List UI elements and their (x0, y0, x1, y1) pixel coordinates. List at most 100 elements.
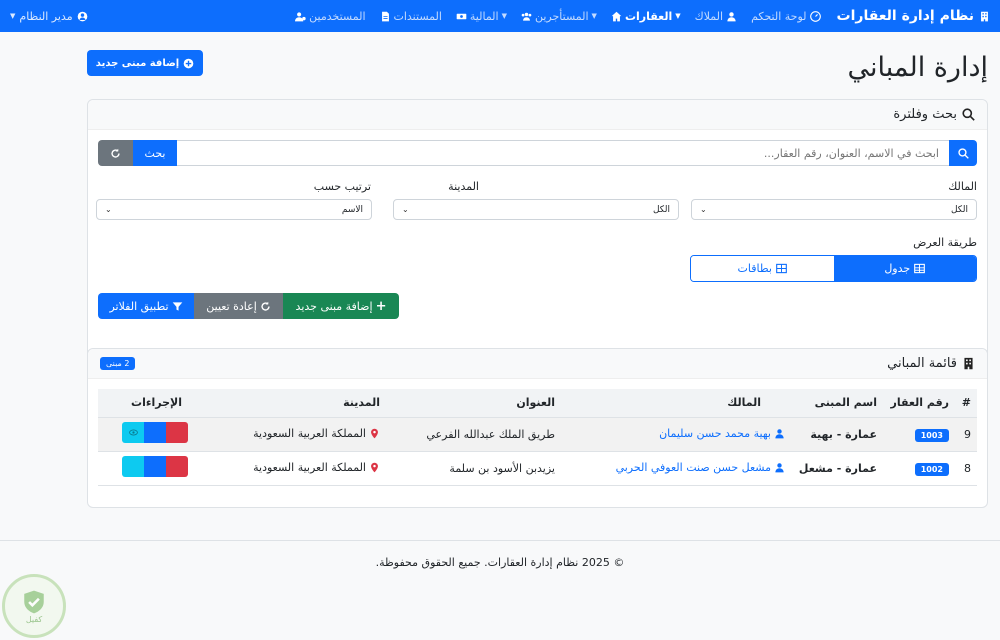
view-mode-toggle: جدول بطاقات (690, 255, 977, 282)
city-select[interactable]: الكل ⌄ (393, 199, 679, 220)
view-cards-label: بطاقات (737, 262, 772, 275)
view-cards-button[interactable]: بطاقات (691, 256, 834, 281)
apply-filters-label: تطبيق الفلاتر (109, 299, 169, 313)
sort-select[interactable]: الاسم ⌄ (96, 199, 372, 220)
brand[interactable]: نظام إدارة العقارات (837, 8, 990, 24)
nav-users[interactable]: المستخدمين (295, 9, 366, 23)
edit-button[interactable] (144, 456, 166, 477)
city-filter-label: المدينة (448, 180, 479, 193)
reset-filters-button[interactable]: إعادة تعيين (194, 293, 283, 319)
search-icon (957, 147, 969, 159)
nav-properties[interactable]: ▼ العقارات (611, 10, 681, 23)
brand-title: نظام إدارة العقارات (836, 8, 974, 24)
refresh-button[interactable] (98, 140, 133, 166)
property-code-badge: 1002 (914, 462, 949, 476)
sort-select-value: الاسم (341, 204, 363, 215)
view-table-button[interactable]: جدول (833, 256, 976, 281)
add-building-green-button[interactable]: + إضافة مبنى جديد (283, 293, 399, 319)
chevron-down-icon: ▼ (591, 12, 597, 20)
filter-icon (172, 301, 183, 312)
city-name: المملكة العربية السعودية (253, 460, 366, 474)
sort-filter: ترتيب حسب الاسم ⌄ (96, 180, 382, 220)
nav-users-label: المستخدمين (309, 9, 366, 23)
building-name: عمارة - بهية (791, 417, 883, 452)
city-select-value: الكل (652, 204, 670, 215)
chevron-down-icon: ▼ (10, 12, 16, 20)
user-icon (774, 428, 785, 439)
users-icon (521, 11, 532, 22)
plus-circle-icon (183, 58, 194, 69)
top-navbar: نظام إدارة العقارات لوحة التحكم الملاك ▼… (0, 0, 1000, 32)
building-address: طريق الملك عبدالله الفرعي (386, 417, 561, 452)
home-icon (611, 11, 622, 22)
user-icon (726, 11, 737, 22)
count-badge: 2 مبنى (100, 357, 136, 370)
delete-button[interactable] (166, 456, 188, 477)
owner-link[interactable]: مشعل حسن صنت العوفي الحربي (616, 461, 785, 474)
nav-owners[interactable]: الملاك (695, 10, 737, 23)
col-actions: الإجراءات (98, 389, 206, 418)
property-code-badge: 1003 (914, 428, 949, 442)
refresh-icon (260, 301, 271, 312)
search-row: بحث (98, 140, 977, 166)
plus-icon: + (375, 298, 387, 314)
nav-owners-label: الملاك (694, 9, 724, 23)
view-button[interactable] (122, 422, 144, 443)
search-card-header: بحث وفلترة (88, 100, 987, 130)
nav-dashboard[interactable]: لوحة التحكم (751, 9, 821, 23)
col-code: رقم العقار (883, 389, 955, 418)
watermark-logo: كفيل (2, 574, 66, 638)
building-address: يزيدبن الأسود بن سلمة (386, 451, 561, 486)
view-table-label: جدول (884, 262, 911, 275)
nav-finance[interactable]: ▼ المالية (456, 10, 507, 23)
user-menu[interactable]: مدير النظام ▼ (10, 10, 88, 23)
nav-tenants-label: المستأجرين (534, 9, 589, 23)
map-marker-icon (369, 428, 380, 439)
buildings-table: # رقم العقار اسم المبنى المالك العنوان ا… (98, 389, 977, 486)
owner-select-value: الكل (950, 204, 968, 215)
building-icon (962, 357, 975, 370)
nav-dashboard-label: لوحة التحكم (751, 9, 807, 23)
table-row: 9 1003 عمارة - بهية بهية محمد حسن سليمان… (98, 417, 977, 452)
view-button[interactable] (122, 456, 144, 477)
search-icon-button[interactable] (949, 140, 977, 166)
chevron-down-icon: ▼ (675, 12, 681, 20)
nav-documents[interactable]: المستندات (380, 10, 442, 23)
search-input[interactable] (177, 140, 949, 166)
table-row: 8 1002 عمارة - مشعل مشعل حسن صنت العوفي … (98, 451, 977, 486)
city-filter: المدينة الكل ⌄ (393, 180, 679, 220)
row-index: 9 (955, 417, 977, 452)
row-index: 8 (955, 451, 977, 486)
building-name: عمارة - مشعل (791, 451, 883, 486)
table-icon (914, 263, 926, 274)
nav-properties-label: العقارات (624, 9, 673, 23)
add-building-button[interactable]: إضافة مبنى جديد (87, 50, 203, 76)
nav-finance-label: المالية (469, 9, 499, 23)
search-icon (962, 108, 975, 121)
chevron-down-icon: ▼ (501, 12, 507, 20)
delete-button[interactable] (166, 422, 188, 443)
search-button[interactable]: بحث (133, 140, 177, 166)
eye-icon (128, 428, 138, 437)
col-owner: المالك (561, 389, 791, 418)
nav-tenants[interactable]: ▼ المستأجرين (521, 10, 597, 23)
watermark-text: كفيل (25, 614, 43, 624)
owner-link[interactable]: بهية محمد حسن سليمان (659, 427, 785, 440)
users-cog-icon (295, 11, 306, 22)
user-circle-icon (77, 11, 88, 22)
user-menu-label: مدير النظام (19, 9, 73, 23)
file-icon (380, 11, 391, 22)
apply-filters-button[interactable]: تطبيق الفلاتر (98, 293, 194, 319)
list-card-header: قائمة المباني 2 مبنى (88, 349, 987, 379)
refresh-icon (110, 148, 121, 159)
user-icon (774, 462, 785, 473)
chevron-down-icon: ⌄ (700, 205, 707, 214)
add-building-button-label: إضافة مبنى جديد (95, 57, 180, 69)
col-city: المدينة (206, 389, 386, 418)
list-card-title: قائمة المباني (887, 356, 957, 371)
edit-button[interactable] (144, 422, 166, 443)
search-card-title: بحث وفلترة (893, 107, 957, 122)
reset-filters-label: إعادة تعيين (206, 299, 257, 313)
owner-select[interactable]: الكل ⌄ (691, 199, 977, 220)
page-title: إدارة المباني (847, 52, 988, 83)
